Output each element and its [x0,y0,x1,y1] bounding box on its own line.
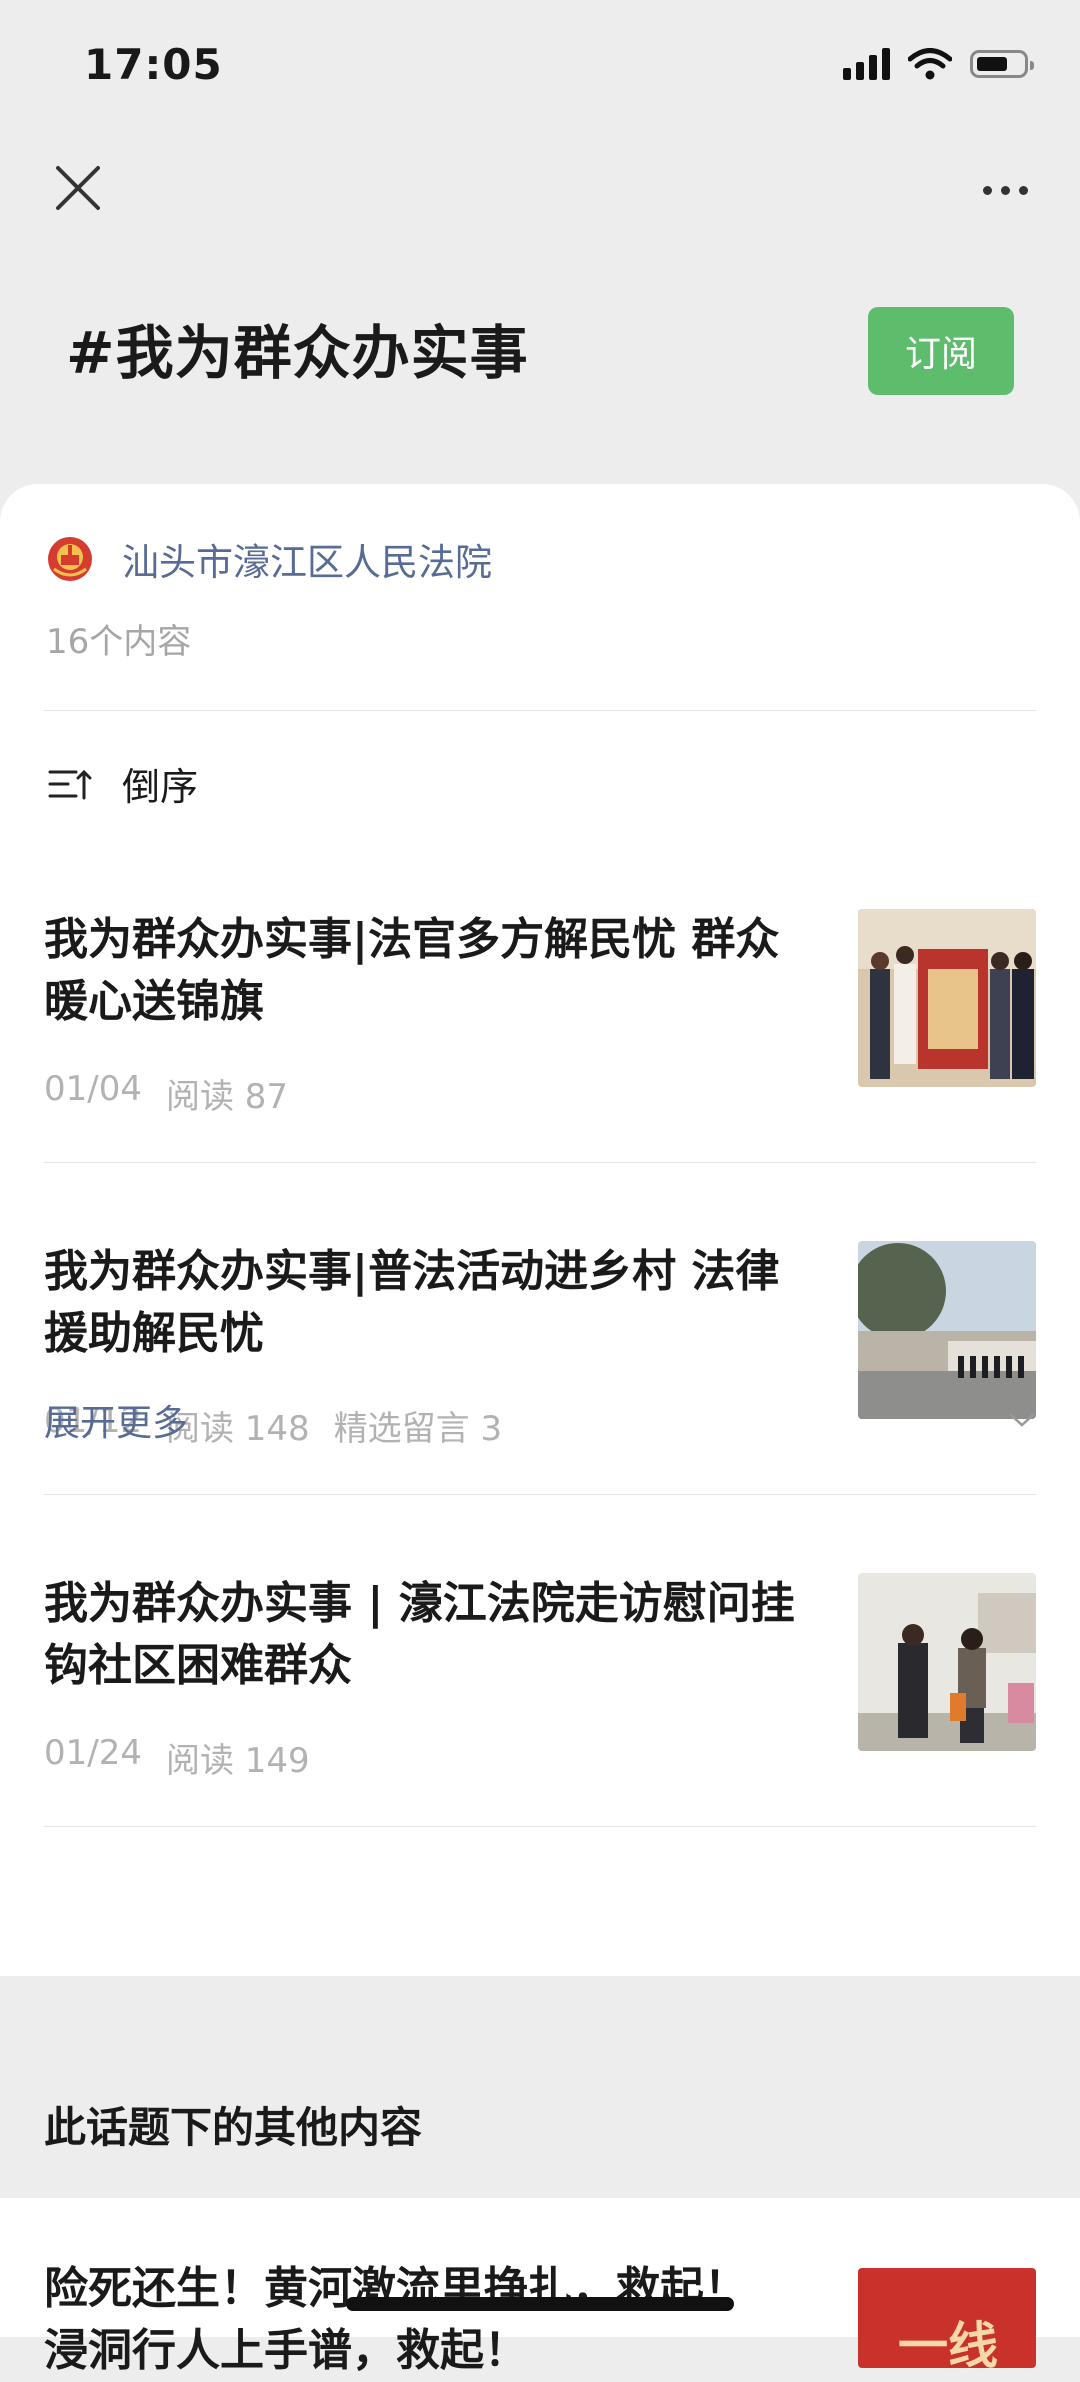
home-indicator[interactable] [346,2297,734,2311]
chevron-down-icon [1009,1413,1035,1427]
subscribe-button[interactable]: 订阅 [868,307,1014,395]
article-title: 我为群众办实事|普法活动进乡村 法律援助解民忧 [44,1246,780,1359]
more-horizontal-icon[interactable] [970,172,1040,208]
status-bar: 17:05 [0,0,1080,130]
source-account[interactable]: 汕头市濠江区人民法院 [46,532,492,586]
cellular-signal-icon [843,48,890,80]
article-title-line2: 浸洞行人上手谱，救起！ [44,2325,528,2376]
other-content-list[interactable]: 险死还生！黄河激流里挣扎，救起！ 浸洞行人上手谱，救起！ 一线 [0,2198,1080,2376]
sort-descending-icon [48,769,92,799]
article-date: 01/24 [44,1733,142,1773]
article-date: 01/04 [44,1069,142,1109]
source-name[interactable]: 汕头市濠江区人民法院 [122,532,492,586]
page-title: #我为群众办实事 [66,319,529,387]
article-title: 我为群众办实事|法官多方解民忧 群众暖心送锦旗 [44,914,780,1027]
article-thumbnail [858,909,1036,1087]
divider [44,1162,1036,1163]
content-count: 16个内容 [46,622,192,662]
battery-icon [970,50,1034,78]
article-reads: 阅读 87 [165,1077,289,1117]
sort-label: 倒序 [122,765,199,809]
divider [44,1494,1036,1495]
status-icons [843,48,1034,80]
status-time: 17:05 [84,40,223,89]
thumbnail-text: 一线 [898,2317,998,2368]
article-thumbnail: 一线 [858,2268,1036,2368]
article-reads: 阅读 149 [165,1741,310,1781]
divider [44,1826,1036,1827]
article-meta: 01/04 阅读 87 [44,1069,288,1118]
article-title: 我为群众办实事 | 濠江法院走访慰问挂钩社区困难群众 [44,1578,795,1691]
article-meta: 01/24 阅读 149 [44,1733,310,1782]
divider [44,710,1036,711]
article-item[interactable]: 我为群众办实事|法官多方解民忧 群众暖心送锦旗 01/04 阅读 87 [44,909,1036,1209]
court-emblem-icon [48,537,92,581]
expand-more-button[interactable]: 展开更多 [44,1380,1036,1460]
section-heading: 此话题下的其他内容 [44,2103,423,2152]
article-item[interactable]: 我为群众办实事 | 濠江法院走访慰问挂钩社区困难群众 01/24 阅读 149 [44,1573,1036,1873]
topic-card: 汕头市濠江区人民法院 16个内容 倒序 我为群众办实事|法官多方解民忧 群众暖心… [0,484,1080,1976]
sort-toggle[interactable]: 倒序 [46,756,198,811]
expand-more-label: 展开更多 [44,1403,189,1444]
wifi-icon [908,48,952,80]
close-icon[interactable] [50,160,106,216]
article-thumbnail [858,1573,1036,1751]
